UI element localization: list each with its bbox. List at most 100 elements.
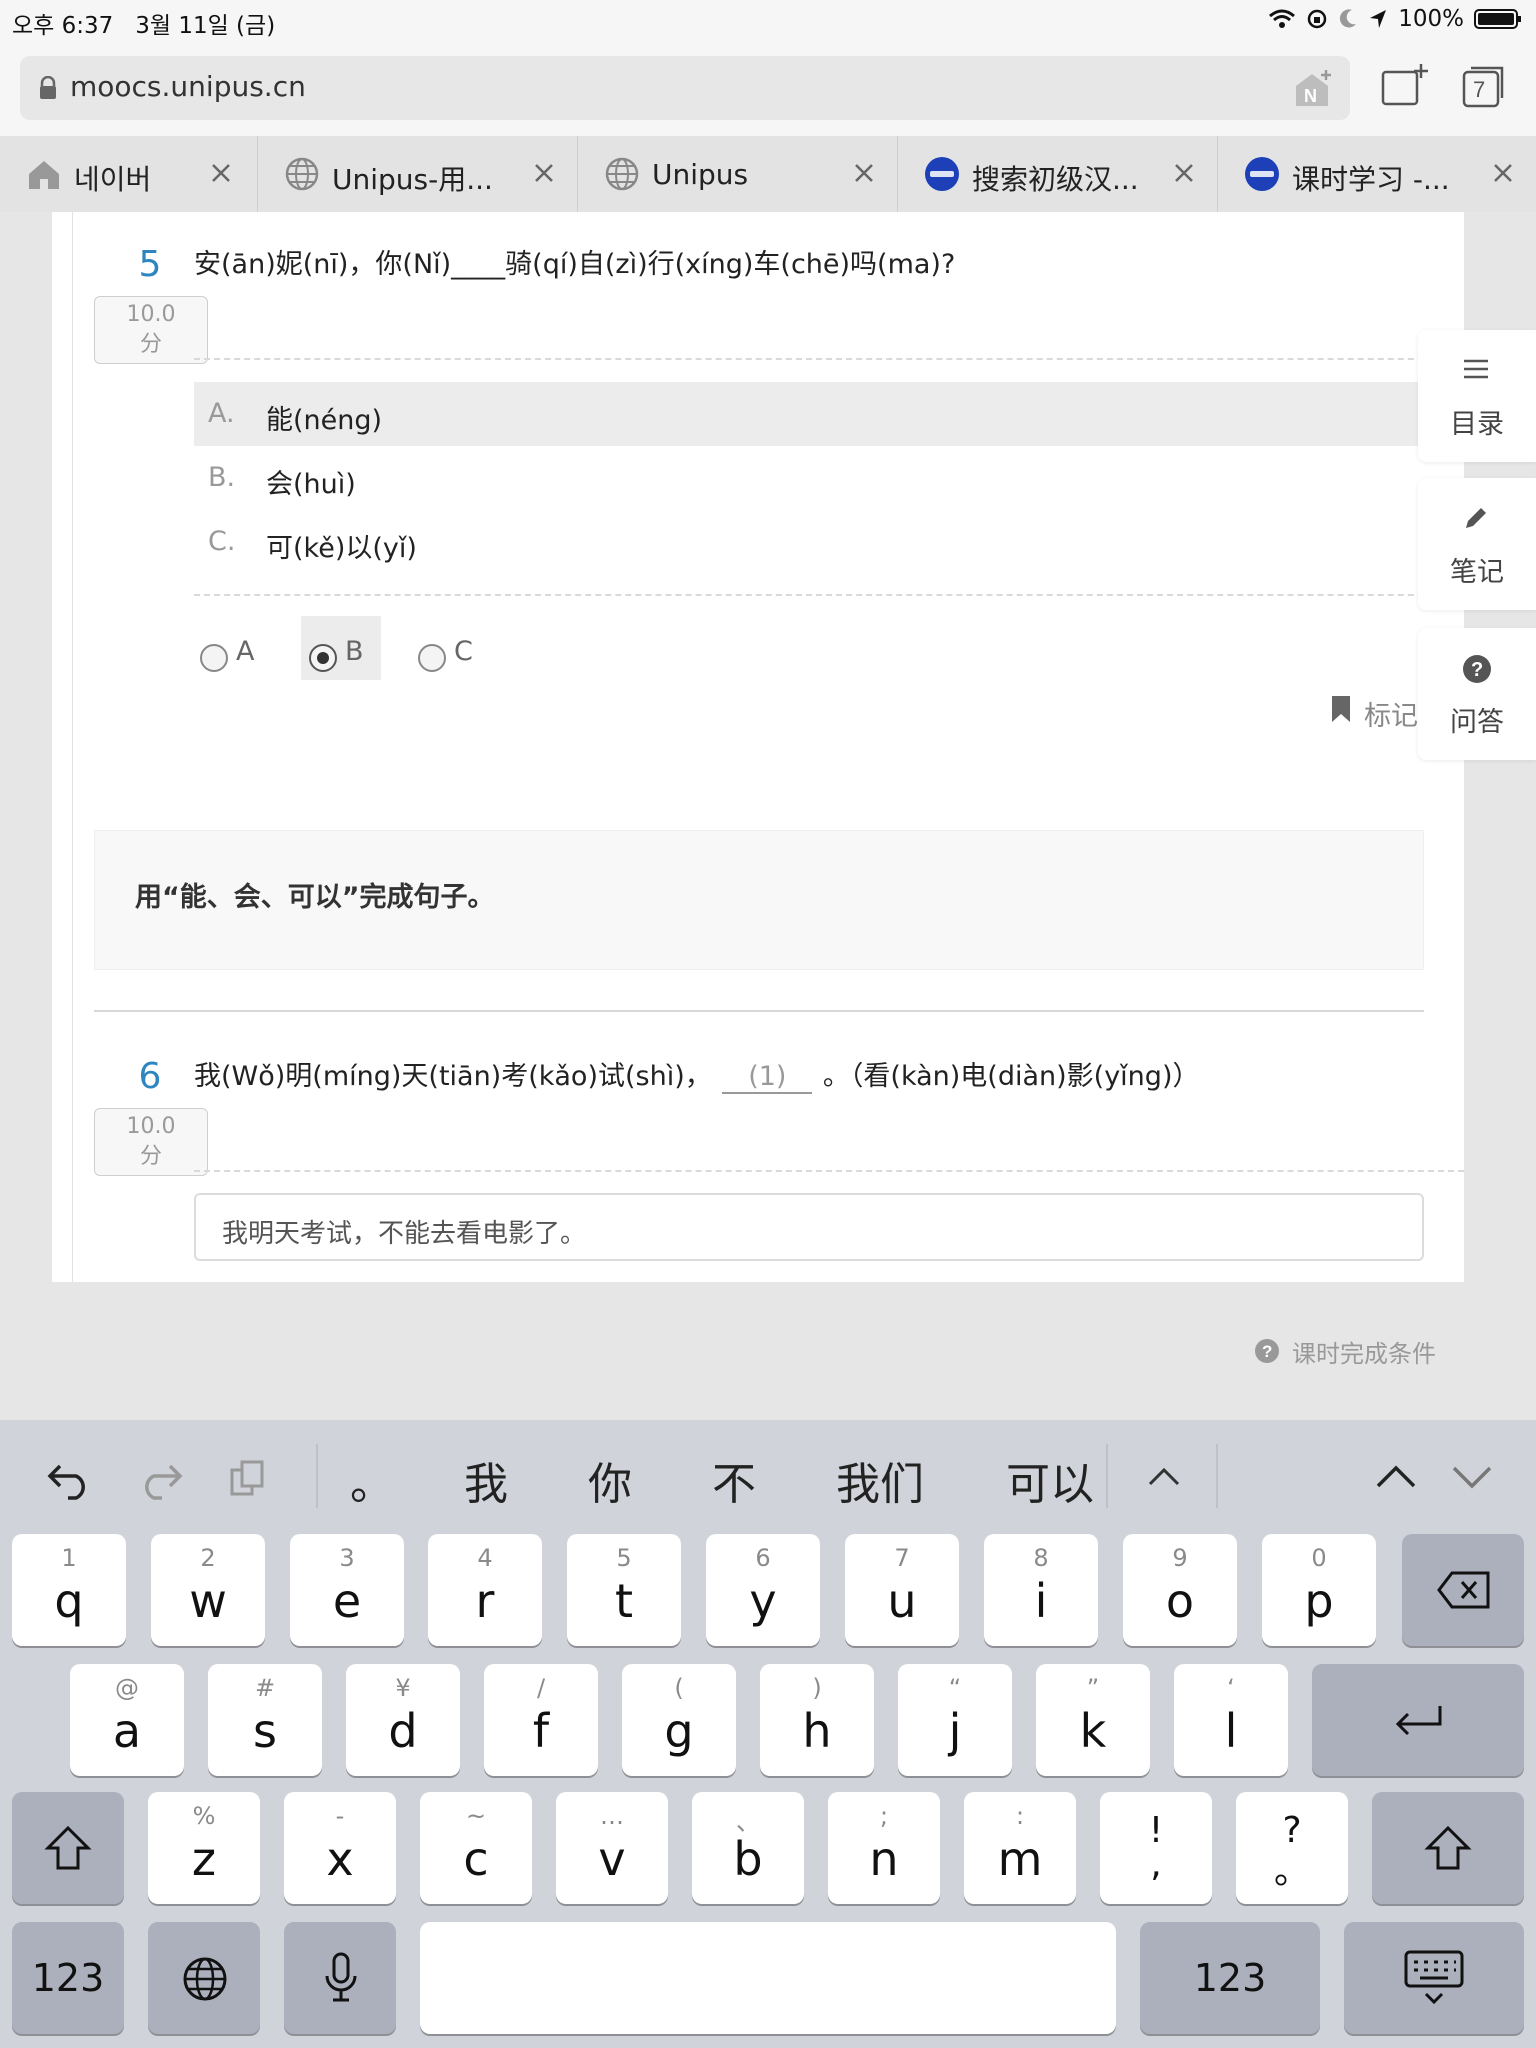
key-char: 123	[31, 1956, 105, 2000]
key-hint: 9	[1172, 1544, 1188, 1572]
question-number: 6	[138, 1056, 162, 1097]
tab-unipus-2[interactable]: Unipus	[578, 136, 898, 212]
radio-button[interactable]	[200, 644, 228, 672]
tab-label: 네이버	[74, 163, 152, 196]
key-s[interactable]: # s	[208, 1664, 322, 1776]
score-value: 10.0	[126, 302, 176, 327]
notes-button[interactable]: 笔记	[1418, 478, 1536, 610]
key-b[interactable]: 、 b	[692, 1792, 804, 1904]
tab-lesson[interactable]: 课时学习 -...	[1218, 136, 1536, 212]
key-hint: %	[192, 1802, 216, 1830]
close-icon[interactable]	[1490, 160, 1516, 186]
key-g[interactable]: (g	[622, 1664, 736, 1776]
close-icon[interactable]	[1171, 160, 1197, 186]
chevron-up-icon[interactable]	[1374, 1464, 1418, 1490]
qa-button[interactable]: ? 问答	[1418, 628, 1536, 760]
undo-icon[interactable]	[46, 1460, 94, 1500]
tab-search[interactable]: 搜索初级汉...	[898, 136, 1218, 212]
chevron-down-icon[interactable]	[1450, 1464, 1494, 1490]
key-w[interactable]: 2w	[151, 1534, 265, 1646]
option-c[interactable]: C. 可(kě)以(yǐ)	[194, 510, 1424, 574]
key-m[interactable]: :m	[964, 1792, 1076, 1904]
key-period[interactable]: ?。	[1236, 1792, 1348, 1904]
close-icon[interactable]	[851, 160, 877, 186]
home-icon	[26, 156, 62, 192]
candidate-word[interactable]: 可以	[1006, 1448, 1094, 1512]
home-add-icon[interactable]: N	[1292, 68, 1336, 108]
key-q[interactable]: 1q	[12, 1534, 126, 1646]
candidate-word[interactable]: 不	[712, 1448, 756, 1512]
key-k[interactable]: ” k	[1036, 1664, 1150, 1776]
key-t[interactable]: 5t	[567, 1534, 681, 1646]
key-u[interactable]: 7u	[845, 1534, 959, 1646]
shift-icon	[1424, 1824, 1472, 1872]
key-d[interactable]: ¥ d	[346, 1664, 460, 1776]
return-key[interactable]	[1312, 1664, 1524, 1776]
key-char: t	[614, 1574, 634, 1628]
candidate-word[interactable]: 。	[350, 1448, 394, 1512]
radio-button-selected[interactable]	[309, 644, 337, 672]
key-p[interactable]: 0p	[1262, 1534, 1376, 1646]
tab-count: 7	[1473, 77, 1485, 102]
key-z[interactable]: % z	[148, 1792, 260, 1904]
option-b[interactable]: B. 会(huì)	[194, 446, 1424, 510]
option-text: 会(huì)	[266, 469, 356, 500]
key-a[interactable]: @ a	[70, 1664, 184, 1776]
key-char: k	[1079, 1704, 1107, 1758]
question-text-before: 我(Wǒ)明(míng)天(tiān)考(kǎo)试(shì)，	[194, 1061, 712, 1092]
toc-button[interactable]: 目录	[1418, 330, 1536, 462]
lock-icon	[38, 76, 58, 100]
key-l[interactable]: ‘l	[1174, 1664, 1288, 1776]
redo-icon[interactable]	[136, 1460, 184, 1500]
key-i[interactable]: 8i	[984, 1534, 1098, 1646]
answer-input[interactable]: 我明天考试，不能去看电影了。	[194, 1193, 1424, 1261]
address-bar[interactable]: moocs.unipus.cn N	[20, 56, 1350, 120]
radio-button[interactable]	[418, 644, 446, 672]
key-char: u	[887, 1574, 917, 1628]
key-x[interactable]: -x	[284, 1792, 396, 1904]
close-icon[interactable]	[531, 160, 557, 186]
hide-keyboard-key[interactable]	[1344, 1922, 1524, 2034]
location-icon	[1368, 8, 1388, 30]
key-o[interactable]: 9o	[1123, 1534, 1237, 1646]
option-a[interactable]: A. 能(néng)	[194, 382, 1424, 446]
shift-icon	[44, 1824, 92, 1872]
space-key[interactable]	[420, 1922, 1116, 2034]
key-j[interactable]: “j	[898, 1664, 1012, 1776]
key-r[interactable]: 4r	[428, 1534, 542, 1646]
candidate-word[interactable]: 你	[588, 1448, 632, 1512]
numbers-key-right[interactable]: 123	[1140, 1922, 1320, 2034]
delete-key[interactable]	[1402, 1534, 1524, 1646]
shift-key-left[interactable]	[12, 1792, 124, 1904]
clipboard-icon[interactable]	[228, 1458, 268, 1498]
close-icon[interactable]	[208, 160, 234, 186]
candidate-word[interactable]: 我	[464, 1448, 508, 1512]
key-char: l	[1224, 1704, 1238, 1758]
dictation-key[interactable]	[284, 1922, 396, 2034]
expand-candidates-icon[interactable]	[1146, 1466, 1182, 1488]
key-hint: :	[1015, 1802, 1025, 1830]
tab-unipus-1[interactable]: Unipus-用...	[258, 136, 578, 212]
shift-key-right[interactable]	[1372, 1792, 1524, 1904]
toc-label: 目录	[1450, 409, 1504, 440]
key-comma[interactable]: !,	[1100, 1792, 1212, 1904]
tab-switcher-icon[interactable]: 7	[1462, 64, 1508, 108]
key-n[interactable]: ; n	[828, 1792, 940, 1904]
candidate-word[interactable]: 我们	[836, 1448, 924, 1512]
key-f[interactable]: / f	[484, 1664, 598, 1776]
key-h[interactable]: ) h	[760, 1664, 874, 1776]
key-char: b	[733, 1832, 763, 1886]
key-char: e	[332, 1574, 362, 1628]
key-char: h	[802, 1704, 832, 1758]
key-c[interactable]: ~ c	[420, 1792, 532, 1904]
instruction-box: 用“能、会、可以”完成句子。	[94, 830, 1424, 970]
language-key[interactable]	[148, 1922, 260, 2034]
key-e[interactable]: 3e	[290, 1534, 404, 1646]
globe-icon	[604, 156, 640, 192]
numbers-key-left[interactable]: 123	[12, 1922, 124, 2034]
new-tab-icon[interactable]	[1380, 62, 1430, 108]
key-v[interactable]: … v	[556, 1792, 668, 1904]
key-y[interactable]: 6y	[706, 1534, 820, 1646]
card-left-rule	[72, 212, 73, 1282]
svg-text:?: ?	[1471, 659, 1483, 681]
